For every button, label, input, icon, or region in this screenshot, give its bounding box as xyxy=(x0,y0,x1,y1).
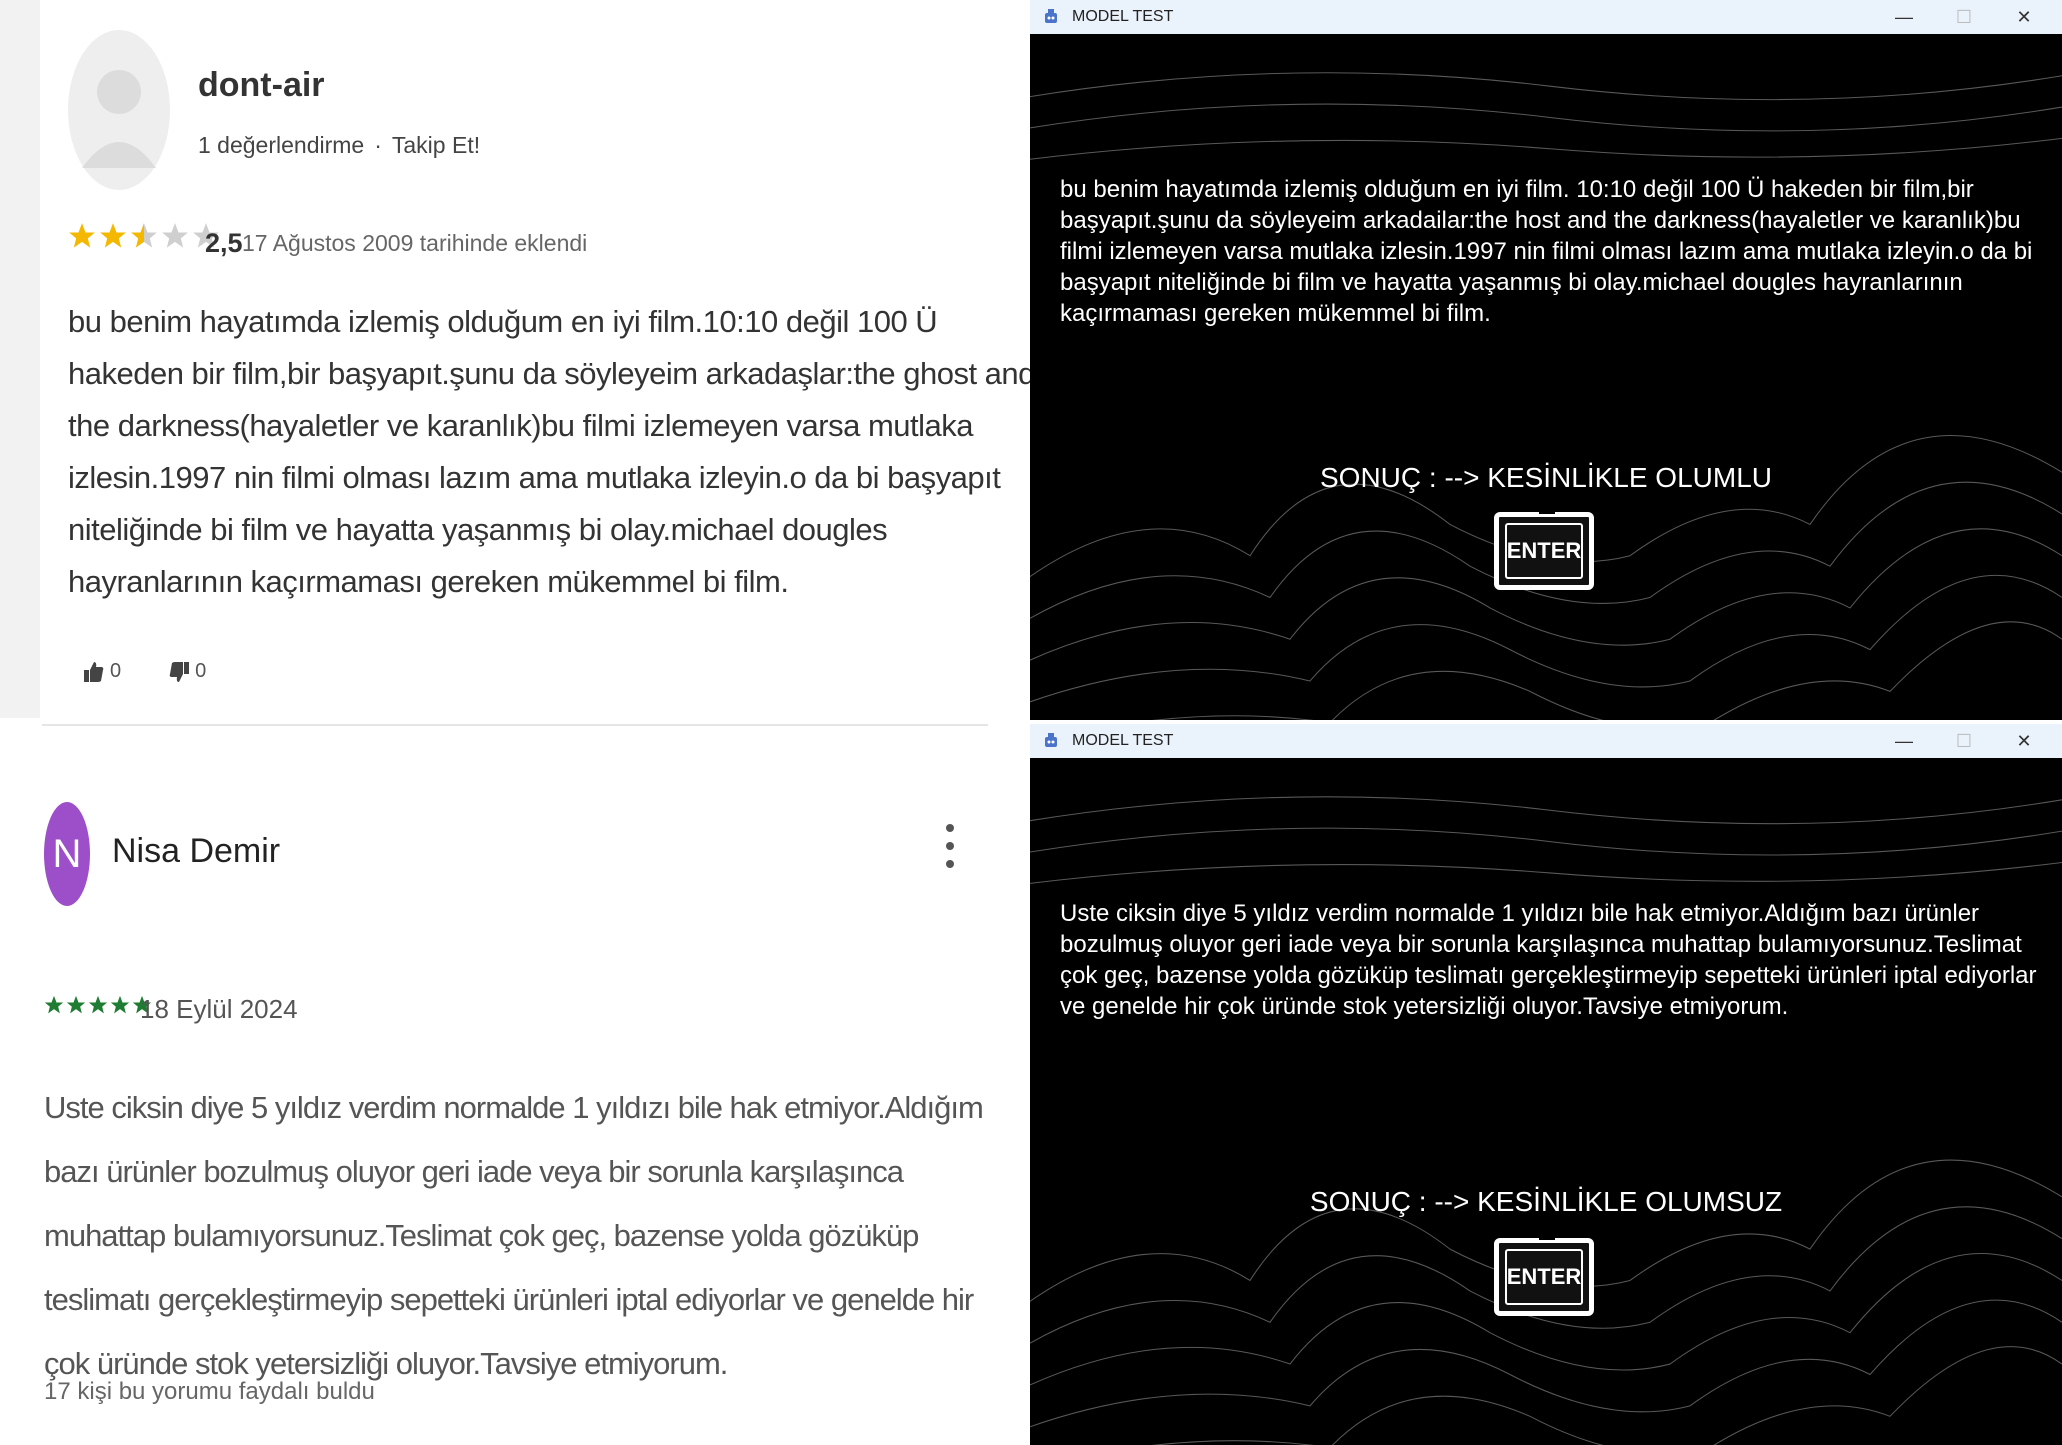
vote-bar: 0 0 xyxy=(84,660,244,683)
input-text-area[interactable]: Uste ciksin diye 5 yıldız verdim normald… xyxy=(1060,898,2040,1022)
review-date: 17 Ağustos 2009 tarihinde eklendi xyxy=(242,230,588,256)
star-full-icon xyxy=(66,995,86,1014)
minimize-button[interactable]: — xyxy=(1874,0,1934,34)
star-full-icon xyxy=(110,995,130,1014)
review-count: 1 değerlendirme xyxy=(198,132,365,158)
close-button[interactable]: ✕ xyxy=(1994,724,2054,758)
wireframe-background xyxy=(1030,796,2062,1445)
star-full-icon xyxy=(100,223,126,248)
result-label: SONUÇ : --> KESİNLİKLE OLUMLU xyxy=(1319,462,1772,493)
rating-value: 2,5 xyxy=(205,228,243,258)
dislike-count: 0 xyxy=(195,660,207,682)
enter-button[interactable]: ENTER xyxy=(1494,510,1594,590)
thumbs-down-icon xyxy=(169,661,190,682)
reviewer-name: Nisa Demir xyxy=(112,832,281,870)
star-rating xyxy=(44,994,152,1016)
window-title: MODEL TEST xyxy=(1072,8,1174,25)
star-full-icon xyxy=(69,223,95,248)
avatar xyxy=(68,30,170,190)
review-date: 18 Eylül 2024 xyxy=(140,994,298,1024)
app-icon xyxy=(1045,733,1057,747)
avatar: N xyxy=(44,802,90,906)
star-full-icon xyxy=(44,995,64,1014)
title-bar: MODEL TEST — ☐ ✕ xyxy=(1030,0,2062,34)
review-text: bu benim hayatımda izlemiş olduğum en iy… xyxy=(68,304,1035,599)
helpful-count: 17 kişi bu yorumu faydalı buldu xyxy=(44,1378,375,1405)
star-full-icon xyxy=(88,995,108,1014)
review-card-2: N Nisa Demir 18 Eylül 2024 Uste ciksin d… xyxy=(0,728,1030,1445)
maximize-button[interactable]: ☐ xyxy=(1934,724,1994,758)
enter-button[interactable]: ENTER xyxy=(1494,1236,1594,1316)
window-title: MODEL TEST xyxy=(1072,732,1174,749)
divider xyxy=(42,724,988,726)
minimize-button[interactable]: — xyxy=(1874,724,1934,758)
review-card-1: dont-air 1 değerlendirme · Takip Et! 2,5 1… xyxy=(40,0,1035,718)
review-text: Uste ciksin diye 5 yıldız verdim normald… xyxy=(44,1090,984,1381)
username[interactable]: dont-air xyxy=(198,66,325,105)
follow-link[interactable]: Takip Et! xyxy=(392,132,480,158)
star-empty-icon xyxy=(162,223,188,248)
thumbs-up-icon xyxy=(84,661,104,682)
model-test-window-1: MODEL TEST — ☐ ✕ bu benim hayatımda izle… xyxy=(1030,0,2062,720)
user-meta: 1 değerlendirme · Takip Et! xyxy=(198,132,481,158)
left-gutter xyxy=(0,0,40,718)
input-text-area[interactable]: bu benim hayatımda izlemiş olduğum en iy… xyxy=(1060,174,2040,329)
maximize-button[interactable]: ☐ xyxy=(1934,0,1994,34)
app-icon xyxy=(1045,9,1057,23)
result-label: SONUÇ : --> KESİNLİKLE OLUMSUZ xyxy=(1309,1186,1783,1217)
more-options-icon[interactable] xyxy=(946,824,958,868)
star-rating xyxy=(68,222,220,250)
like-count: 0 xyxy=(110,660,122,682)
title-bar: MODEL TEST — ☐ ✕ xyxy=(1030,724,2062,758)
like-button[interactable]: 0 xyxy=(84,660,121,683)
dislike-button[interactable]: 0 xyxy=(169,660,206,683)
wireframe-background xyxy=(1030,72,2062,720)
model-test-window-2: MODEL TEST — ☐ ✕ Uste ciksin diye 5 yıld… xyxy=(1030,724,2062,1445)
star-half-icon xyxy=(131,223,157,248)
close-button[interactable]: ✕ xyxy=(1994,0,2054,34)
